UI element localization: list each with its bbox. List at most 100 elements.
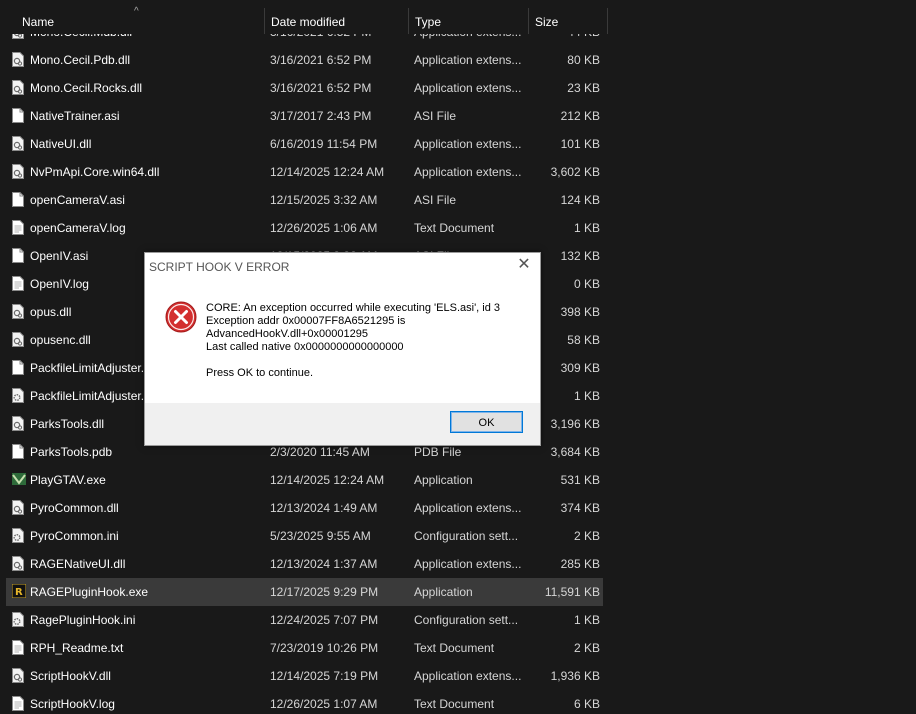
file-row[interactable]: RAGENativeUI.dll 12/13/2024 1:37 AM Applic… <box>6 550 603 578</box>
message-line <box>206 354 526 367</box>
file-name: openCameraV.log <box>30 221 126 235</box>
file-type: Application <box>414 473 473 487</box>
file-row[interactable]: RagePluginHook.ini 12/24/2025 7:07 PM Conf… <box>6 606 603 634</box>
file-type: Configuration sett... <box>414 529 519 543</box>
file-row[interactable]: R RAGEPluginHook.exe 12/17/2025 9:29 PM App… <box>6 578 603 606</box>
file-type: Application extens... <box>414 669 522 683</box>
file-row[interactable]: RPH_Readme.txt 7/23/2019 10:26 PM Text Doc… <box>6 634 603 662</box>
file-name: PlayGTAV.exe <box>30 473 106 487</box>
file-row[interactable]: ScriptHookV.dll 12/14/2025 7:19 PM Applica… <box>6 662 603 690</box>
file-name: PyroCommon.dll <box>30 501 119 515</box>
close-icon[interactable]: ✕ <box>516 257 532 273</box>
dll-icon <box>12 668 24 683</box>
dll-icon <box>12 136 24 151</box>
text-file-icon <box>12 276 24 291</box>
file-size: 6 KB <box>573 697 600 711</box>
file-size: 1 KB <box>573 613 600 627</box>
file-size: 101 KB <box>560 137 600 151</box>
file-size: 80 KB <box>567 53 600 67</box>
column-size-label: Size <box>535 15 559 29</box>
file-name: ScriptHookV.log <box>30 697 115 711</box>
column-date-label: Date modified <box>271 15 346 29</box>
text-file-icon <box>12 640 24 655</box>
file-type: Text Document <box>414 697 495 711</box>
error-dialog: SCRIPT HOOK V ERROR ✕ CORE: An exception… <box>144 252 541 446</box>
file-name: PyroCommon.ini <box>30 529 119 543</box>
column-type[interactable]: Type <box>408 8 528 34</box>
file-row[interactable]: NvPmApi.Core.win64.dll 12/14/2025 12:24 A… <box>6 158 603 186</box>
gtav-app-icon <box>12 472 26 487</box>
file-icon <box>12 108 24 123</box>
dll-icon <box>12 500 24 515</box>
config-file-icon <box>12 528 24 543</box>
file-type: Text Document <box>414 641 495 655</box>
file-size: 23 KB <box>567 81 600 95</box>
file-name: RagePluginHook.ini <box>30 613 136 627</box>
file-icon <box>12 444 24 459</box>
dll-icon <box>12 304 24 319</box>
dialog-title: SCRIPT HOOK V ERROR <box>149 260 290 274</box>
dll-icon <box>12 332 24 347</box>
file-icon <box>12 192 24 207</box>
file-date-modified: 12/17/2025 9:29 PM <box>270 585 379 599</box>
file-icon <box>12 248 24 263</box>
file-name: Mono.Cecil.Rocks.dll <box>30 81 143 95</box>
file-row[interactable]: openCameraV.log 12/26/2025 1:06 AM Text Do… <box>6 214 603 242</box>
file-row[interactable]: NativeUI.dll 6/16/2019 11:54 PM Applicatio… <box>6 130 603 158</box>
file-row[interactable]: Mono.Cecil.Rocks.dll 3/16/2021 6:52 PM App… <box>6 74 603 102</box>
svg-text:R: R <box>15 587 23 598</box>
file-size: 374 KB <box>560 501 600 515</box>
file-date-modified: 12/14/2025 12:24 AM <box>270 473 385 487</box>
column-name[interactable]: Name <box>16 8 264 34</box>
file-row[interactable]: PlayGTAV.exe 12/14/2025 12:24 AM Applicati… <box>6 466 603 494</box>
file-type: Application extens... <box>414 557 522 571</box>
file-type: Application extens... <box>414 81 522 95</box>
dll-icon <box>12 80 24 95</box>
file-name: Mono.Cecil.Pdb.dll <box>30 53 131 67</box>
file-name: NativeTrainer.asi <box>30 109 120 123</box>
message-line: AdvancedHookV.dll+0x00001295 <box>206 328 368 340</box>
file-row[interactable]: NativeTrainer.asi 3/17/2017 2:43 PM ASI Fi… <box>6 102 603 130</box>
file-size: 3,602 KB <box>550 165 600 179</box>
file-row[interactable]: openCameraV.asi 12/15/2025 3:32 AM ASI Fil… <box>6 186 603 214</box>
error-icon <box>165 301 197 333</box>
ok-button[interactable]: OK <box>450 411 523 433</box>
file-type: Text Document <box>414 221 495 235</box>
file-row[interactable]: PyroCommon.ini 5/23/2025 9:55 AM Configura… <box>6 522 603 550</box>
file-name: NativeUI.dll <box>30 137 92 151</box>
file-date-modified: 12/26/2025 1:07 AM <box>270 697 378 711</box>
file-type: ASI File <box>414 193 457 207</box>
dll-icon <box>12 52 24 67</box>
config-file-icon <box>12 388 24 403</box>
file-size: 531 KB <box>560 473 600 487</box>
file-name: NvPmApi.Core.win64.dll <box>30 165 160 179</box>
file-name: ScriptHookV.dll <box>30 669 111 683</box>
dialog-footer: OK <box>145 403 540 445</box>
file-date-modified: 12/14/2025 7:19 PM <box>270 669 379 683</box>
file-row[interactable]: ScriptHookV.log 12/26/2025 1:07 AM Text Do… <box>6 690 603 714</box>
text-file-icon <box>12 220 24 235</box>
message-line: Last called native 0x0000000000000000 <box>206 341 404 353</box>
file-date-modified: 3/16/2021 6:52 PM <box>270 53 372 67</box>
column-date-modified[interactable]: Date modified <box>264 8 408 34</box>
message-line: CORE: An exception occurred while execut… <box>206 302 501 314</box>
text-file-icon <box>12 696 24 711</box>
file-row[interactable]: PyroCommon.dll 12/13/2024 1:49 AM Applicat… <box>6 494 603 522</box>
file-row[interactable]: Mono.Cecil.Pdb.dll 3/16/2021 6:52 PM Appli… <box>6 46 603 74</box>
file-date-modified: 5/23/2025 9:55 AM <box>270 529 371 543</box>
file-type: ASI File <box>414 109 457 123</box>
file-size: 212 KB <box>560 109 600 123</box>
file-date-modified: 3/17/2017 2:43 PM <box>270 109 372 123</box>
file-size: 11,591 KB <box>544 585 600 599</box>
sort-ascending-icon: ^ <box>134 6 139 17</box>
file-date-modified: 12/24/2025 7:07 PM <box>270 613 379 627</box>
dll-icon <box>12 556 24 571</box>
file-name: RPH_Readme.txt <box>30 641 124 655</box>
file-date-modified: 7/23/2019 10:26 PM <box>270 641 379 655</box>
file-icon <box>12 360 24 375</box>
column-size[interactable]: Size <box>528 8 608 34</box>
file-size: 2 KB <box>573 529 600 543</box>
file-date-modified: 6/16/2019 11:54 PM <box>270 137 378 151</box>
file-size: 1,936 KB <box>550 669 600 683</box>
dll-icon <box>12 164 24 179</box>
